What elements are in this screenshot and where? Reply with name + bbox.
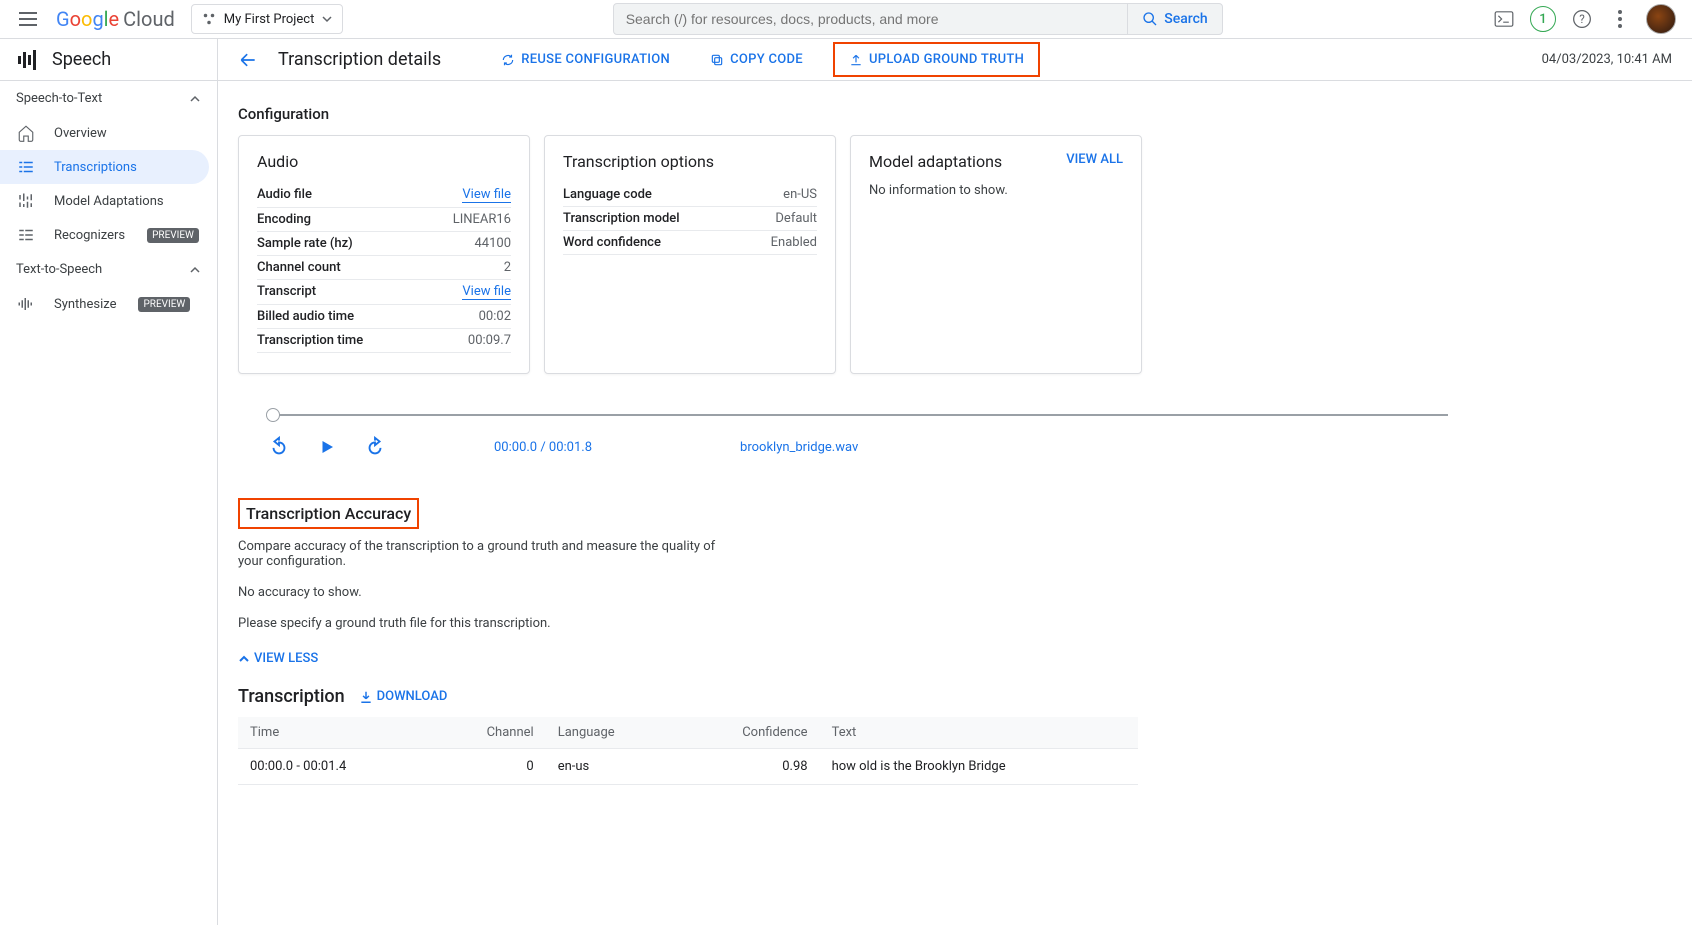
table-header: Confidence bbox=[676, 717, 820, 749]
search-icon bbox=[1142, 11, 1158, 27]
upload-ground-truth-button[interactable]: UPLOAD GROUND TRUTH bbox=[839, 46, 1034, 73]
cloud-shell-icon[interactable] bbox=[1492, 7, 1516, 31]
sidebar-section-header[interactable]: Speech-to-Text bbox=[0, 81, 217, 116]
more-icon[interactable] bbox=[1608, 7, 1632, 31]
audio-row: Sample rate (hz)44100 bbox=[257, 232, 511, 256]
options-row: Transcription modelDefault bbox=[563, 207, 817, 231]
audio-card-title: Audio bbox=[257, 152, 511, 171]
menu-icon[interactable] bbox=[16, 7, 40, 31]
options-row: Word confidenceEnabled bbox=[563, 231, 817, 255]
view-less-button[interactable]: VIEW LESS bbox=[238, 651, 1478, 666]
transcription-table: TimeChannelLanguageConfidenceText 00:00.… bbox=[238, 717, 1138, 785]
adaptations-card: VIEW ALL Model adaptations No informatio… bbox=[850, 135, 1142, 374]
preview-badge: PREVIEW bbox=[138, 297, 190, 312]
project-icon bbox=[202, 12, 216, 26]
player-track[interactable] bbox=[268, 414, 1448, 416]
view-file-link[interactable]: View file bbox=[462, 187, 511, 203]
player-filename: brooklyn_bridge.wav bbox=[740, 440, 858, 455]
back-arrow-icon[interactable] bbox=[238, 50, 258, 70]
reuse-configuration-button[interactable]: REUSE CONFIGURATION bbox=[491, 46, 680, 73]
google-cloud-logo[interactable]: GoogleCloud bbox=[56, 7, 175, 31]
speech-icon bbox=[16, 50, 40, 70]
audio-row: Audio fileView file bbox=[257, 183, 511, 208]
page-header: Transcription details REUSE CONFIGURATIO… bbox=[218, 39, 1692, 81]
table-row: 00:00.0 - 00:01.40en-us0.98how old is th… bbox=[238, 749, 1138, 785]
reuse-icon bbox=[501, 53, 515, 67]
sidebar-item-transcriptions[interactable]: Transcriptions bbox=[0, 150, 209, 184]
configuration-heading: Configuration bbox=[238, 105, 1478, 123]
options-row: Language codeen-US bbox=[563, 183, 817, 207]
audio-player: 00:00.0 / 00:01.8 brooklyn_bridge.wav bbox=[268, 414, 1448, 458]
list-icon bbox=[16, 158, 36, 176]
accuracy-heading: Transcription Accuracy bbox=[238, 498, 419, 529]
project-picker[interactable]: My First Project bbox=[191, 4, 344, 34]
chevron-up-icon bbox=[238, 653, 250, 665]
avatar[interactable] bbox=[1646, 4, 1676, 34]
accuracy-desc: Compare accuracy of the transcription to… bbox=[238, 539, 738, 569]
product-title: Speech bbox=[0, 39, 217, 81]
page-title: Transcription details bbox=[278, 49, 441, 70]
chevron-up-icon bbox=[189, 264, 201, 276]
upload-ground-truth-highlight: UPLOAD GROUND TRUTH bbox=[833, 42, 1040, 77]
notifications-badge[interactable]: 1 bbox=[1530, 6, 1556, 32]
download-icon bbox=[359, 690, 373, 704]
audio-row: Billed audio time00:02 bbox=[257, 305, 511, 329]
view-file-link[interactable]: View file bbox=[462, 284, 511, 300]
home-icon bbox=[16, 124, 36, 142]
view-all-link[interactable]: VIEW ALL bbox=[1066, 152, 1123, 167]
player-time: 00:00.0 / 00:01.8 bbox=[494, 440, 592, 455]
search-input[interactable] bbox=[614, 11, 1128, 27]
copy-icon bbox=[710, 53, 724, 67]
sidebar-item-model-adaptations[interactable]: Model Adaptations bbox=[0, 184, 217, 218]
table-header: Language bbox=[546, 717, 676, 749]
project-name: My First Project bbox=[224, 12, 315, 27]
recognizer-icon bbox=[16, 226, 36, 244]
table-header: Channel bbox=[431, 717, 545, 749]
transcription-heading: Transcription bbox=[238, 686, 345, 707]
forward-icon[interactable] bbox=[364, 436, 386, 458]
search-box[interactable]: Search bbox=[613, 3, 1223, 35]
svg-text:?: ? bbox=[1579, 12, 1585, 26]
help-icon[interactable]: ? bbox=[1570, 7, 1594, 31]
wave-icon bbox=[16, 295, 36, 313]
accuracy-line2: No accuracy to show. bbox=[238, 585, 738, 600]
sidebar-section-header[interactable]: Text-to-Speech bbox=[0, 252, 217, 287]
chevron-down-icon bbox=[322, 14, 332, 24]
sidebar-item-overview[interactable]: Overview bbox=[0, 116, 217, 150]
table-header: Text bbox=[820, 717, 1138, 749]
upload-icon bbox=[849, 53, 863, 67]
search-button[interactable]: Search bbox=[1127, 4, 1221, 34]
player-thumb[interactable] bbox=[266, 408, 280, 422]
accuracy-line3: Please specify a ground truth file for t… bbox=[238, 616, 738, 631]
audio-row: EncodingLINEAR16 bbox=[257, 208, 511, 232]
table-header: Time bbox=[238, 717, 431, 749]
sidebar-item-recognizers[interactable]: RecognizersPREVIEW bbox=[0, 218, 217, 252]
options-card: Transcription options Language codeen-US… bbox=[544, 135, 836, 374]
chevron-up-icon bbox=[189, 93, 201, 105]
copy-code-button[interactable]: COPY CODE bbox=[700, 46, 813, 73]
timestamp: 04/03/2023, 10:41 AM bbox=[1542, 52, 1672, 67]
audio-row: TranscriptView file bbox=[257, 280, 511, 305]
rewind-icon[interactable] bbox=[268, 436, 290, 458]
tune-icon bbox=[16, 192, 36, 210]
play-icon[interactable] bbox=[318, 438, 336, 456]
audio-card: Audio Audio fileView fileEncodingLINEAR1… bbox=[238, 135, 530, 374]
options-card-title: Transcription options bbox=[563, 152, 817, 171]
audio-row: Channel count2 bbox=[257, 256, 511, 280]
sidebar: Speech Speech-to-TextOverviewTranscripti… bbox=[0, 39, 218, 925]
audio-row: Transcription time00:09.7 bbox=[257, 329, 511, 353]
download-button[interactable]: DOWNLOAD bbox=[359, 689, 448, 704]
sidebar-item-synthesize[interactable]: SynthesizePREVIEW bbox=[0, 287, 217, 321]
preview-badge: PREVIEW bbox=[147, 228, 199, 243]
adaptations-empty: No information to show. bbox=[869, 183, 1123, 198]
